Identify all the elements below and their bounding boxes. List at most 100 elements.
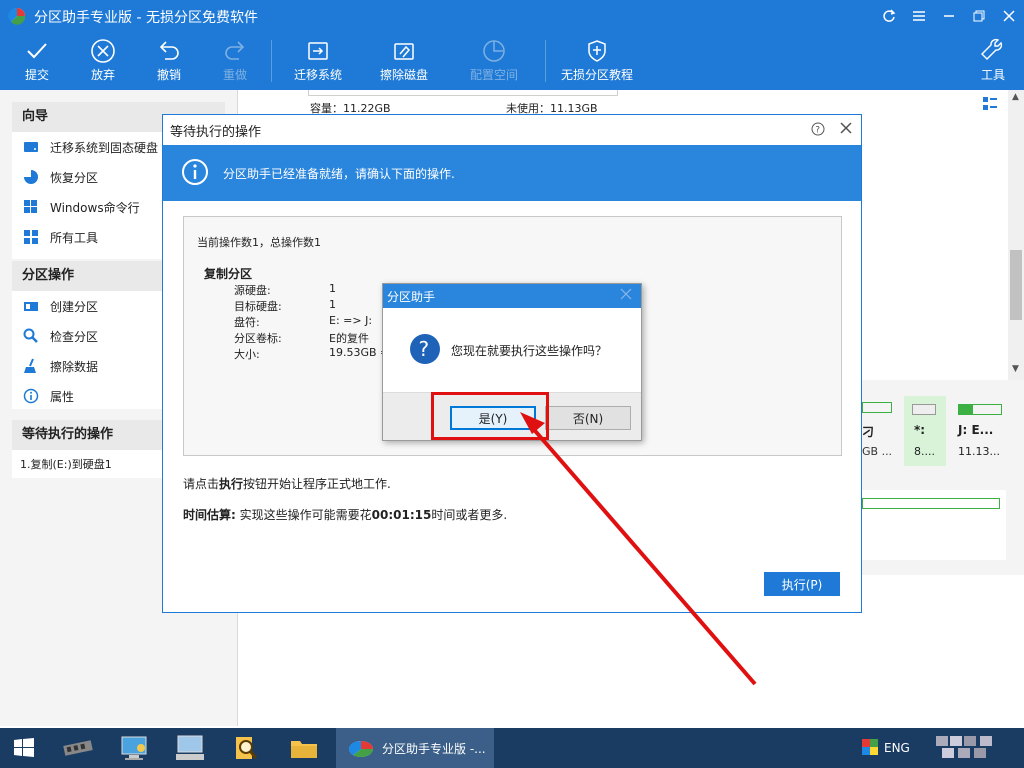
sidebar-item-label: 属性 [50, 389, 75, 404]
partition-size: 8.... [914, 445, 935, 458]
partition-bar [862, 402, 892, 413]
partition-size: GB ... [862, 445, 893, 458]
check-icon [27, 43, 47, 59]
field-value: 1 [329, 298, 336, 311]
discard-label: 放弃 [90, 68, 115, 82]
dialog-close-icon[interactable] [839, 121, 853, 139]
sidebar-item-label: 创建分区 [50, 299, 99, 314]
field-label: 盘符: [234, 316, 260, 329]
info-icon [22, 388, 40, 404]
confirm-message: 您现在就要执行这些操作吗？ [451, 343, 608, 358]
recover-pie-icon [22, 169, 40, 185]
search-tool-icon[interactable] [226, 732, 266, 764]
sidebar-item-label: Windows命令行 [50, 200, 140, 215]
wipe-disk-button[interactable]: 擦除磁盘 [376, 32, 432, 90]
wrench-icon [981, 38, 1003, 60]
taskbar-app-active[interactable]: 分区助手专业版 -... [336, 728, 494, 768]
toolbar-divider [271, 40, 272, 82]
title-bar: 分区助手专业版 - 无损分区免费软件 [0, 0, 1024, 32]
svg-text:?: ? [419, 337, 430, 361]
discard-button[interactable]: 放弃 [86, 32, 120, 90]
question-icon: ? [409, 333, 441, 368]
app-logo-icon [7, 7, 27, 28]
start-windows-icon[interactable] [4, 732, 44, 764]
disk-info-strip: 容量：11.22GB 未使用：11.13GB [308, 90, 618, 115]
view-toggle-icon[interactable] [982, 96, 998, 115]
cancel-circle-icon [91, 39, 115, 63]
vertical-scrollbar[interactable]: ▲ ▼ [1008, 90, 1024, 380]
help-icon[interactable]: ? [811, 122, 825, 140]
tutorial-label: 无损分区教程 [560, 68, 633, 82]
redo-button[interactable]: 重做 [218, 32, 252, 90]
disk-bar [308, 90, 618, 96]
toolbar: 提交 放弃 撤销 重做 迁移系统 擦除磁盘 配置空间 无损分区教程 工具 [0, 32, 1024, 90]
sidebar-item-label: 擦除数据 [50, 359, 99, 374]
field-label: 大小: [234, 348, 260, 361]
info-circle-icon [181, 158, 209, 189]
field-value: 19.53GB = [329, 346, 390, 359]
redo-label: 重做 [222, 68, 247, 82]
drive-icon [22, 139, 40, 155]
execute-hint: 请点击执行按钮开始让程序正式地工作. [183, 477, 391, 491]
annotation-highlight-box [431, 392, 549, 440]
refresh-icon[interactable] [874, 0, 904, 32]
tray-clock-icon[interactable] [935, 734, 996, 763]
windows-icon [22, 199, 40, 215]
broom-icon [22, 358, 40, 374]
field-label: 分区卷标: [234, 332, 282, 345]
allocate-space-button[interactable]: 配置空间 [466, 32, 522, 90]
restore-icon[interactable] [964, 0, 994, 32]
operation-name: 复制分区 [204, 267, 253, 281]
scroll-thumb[interactable] [1010, 250, 1022, 320]
dialog-banner: 分区助手已经准备就绪，请确认下面的操作. [163, 145, 861, 201]
tools-button[interactable]: 工具 [978, 32, 1008, 90]
shield-icon [588, 40, 606, 62]
taskbar: 分区助手专业版 -... ENG [0, 728, 1024, 768]
partition-bar [958, 404, 1002, 415]
banner-text: 分区助手已经准备就绪，请确认下面的操作. [223, 166, 455, 181]
partition-name: *: [914, 423, 926, 437]
confirm-close-icon[interactable] [619, 287, 633, 304]
partition-bar [862, 498, 1000, 509]
time-estimate: 时间估算: 实现这些操作可能需要花00:01:15时间或者更多. [183, 508, 508, 522]
create-partition-icon [22, 298, 40, 314]
toolbar-divider [545, 40, 546, 82]
taskbar-app-label: 分区助手专业版 -... [382, 741, 486, 756]
sidebar-item-label: 所有工具 [50, 230, 99, 245]
scroll-down-icon[interactable]: ▼ [1012, 364, 1019, 374]
file-explorer-icon[interactable] [284, 732, 324, 764]
pie-clock-icon [483, 40, 505, 62]
field-value: E: => J: [329, 314, 373, 327]
svg-text:?: ? [815, 126, 820, 136]
keyboard-monitor-icon[interactable] [170, 732, 210, 764]
migrate-system-button[interactable]: 迁移系统 [290, 32, 346, 90]
disk-row[interactable] [862, 490, 1006, 560]
wipe-disk-icon [394, 43, 414, 60]
commit-button[interactable]: 提交 [20, 32, 54, 90]
sidebar-item-label: 检查分区 [50, 329, 99, 344]
migrate-label: 迁移系统 [293, 68, 342, 82]
grid-icon [22, 229, 40, 245]
memory-chip-icon[interactable] [58, 732, 98, 764]
color-settings-icon[interactable] [862, 738, 878, 758]
field-label: 源硬盘: [234, 284, 271, 297]
sidebar-item-label: 恢复分区 [50, 170, 99, 185]
language-indicator[interactable]: ENG [884, 741, 910, 755]
undo-button[interactable]: 撤销 [152, 32, 186, 90]
partition-card-selected[interactable]: *: 8.... [904, 396, 946, 466]
tools-label: 工具 [980, 68, 1005, 82]
field-value: 1 [329, 282, 336, 295]
menu-icon[interactable] [904, 0, 934, 32]
tutorial-button[interactable]: 无损分区教程 [560, 32, 634, 90]
redo-icon [225, 41, 245, 60]
migrate-disk-icon [308, 42, 328, 60]
partition-card[interactable]: J: E... 11.13... [954, 396, 1024, 466]
close-icon[interactable] [994, 0, 1024, 32]
sidebar-item-label: 迁移系统到固态硬盘 [50, 140, 159, 155]
execute-button[interactable]: 执行(P) [764, 572, 840, 596]
minimize-icon[interactable] [934, 0, 964, 32]
wipe-label: 擦除磁盘 [379, 68, 428, 82]
scroll-up-icon[interactable]: ▲ [1012, 92, 1019, 102]
no-button[interactable]: 否(N) [545, 406, 631, 430]
network-computer-icon[interactable] [114, 732, 154, 764]
